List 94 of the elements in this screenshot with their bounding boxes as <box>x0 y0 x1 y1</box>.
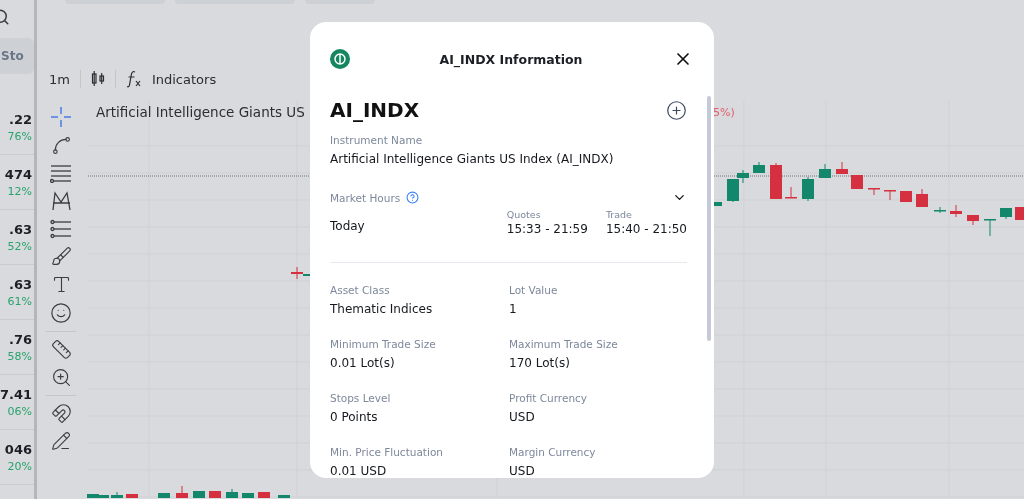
field-label: Asset Class <box>330 284 391 296</box>
price-text: .63 <box>8 221 32 237</box>
price-text: .76 <box>8 331 32 347</box>
candle <box>836 161 848 175</box>
indicators-button[interactable]: Indicators <box>151 71 217 87</box>
field-value: USD <box>509 464 536 478</box>
candle <box>934 206 946 214</box>
field-label: Margin Currency <box>509 446 597 458</box>
candle <box>900 190 912 203</box>
change-text: 5%) <box>713 106 735 119</box>
candle <box>226 488 238 498</box>
change-text: 06% <box>7 404 32 418</box>
candle <box>753 161 765 174</box>
candle <box>967 214 979 226</box>
field-value: 0.01 USD <box>330 464 388 478</box>
candle <box>819 163 831 179</box>
timeframe-button[interactable]: 1m <box>49 71 70 87</box>
candle <box>984 218 996 237</box>
session-hours: 15:40 - 21:50 <box>605 222 687 236</box>
emoji-icon[interactable] <box>50 302 72 324</box>
change-text: 12% <box>7 184 32 198</box>
change-text: 52% <box>7 239 32 253</box>
field-value: 1 <box>509 302 518 316</box>
price-text: 046 <box>4 441 32 457</box>
watchlist-row[interactable]: 7.41 06% <box>0 375 34 430</box>
horizontal-lines-icon[interactable] <box>50 163 72 183</box>
add-button[interactable] <box>666 99 687 121</box>
candles-icon[interactable] <box>90 70 105 88</box>
field-value: 0 Points <box>330 410 379 424</box>
candle <box>802 176 814 202</box>
field-value: 170 Lot(s) <box>509 356 571 370</box>
session-label: Trade <box>605 209 633 220</box>
pattern-icon[interactable] <box>50 190 72 212</box>
symbol-heading: AI_INDX <box>330 98 420 122</box>
function-icon[interactable] <box>125 70 142 88</box>
change-text: 20% <box>7 459 32 473</box>
price-text: .22 <box>8 111 32 127</box>
dialog-title: AI_INDX Information <box>438 51 584 67</box>
day-text: Today <box>330 219 366 233</box>
candle <box>193 490 205 498</box>
plus-icon <box>666 99 687 121</box>
field-value: 0.01 Lot(s) <box>330 356 396 370</box>
field-label: Lot Value <box>509 284 559 296</box>
candle <box>158 492 170 498</box>
field-label: Min. Price Fluctuation <box>330 446 444 458</box>
candle <box>884 189 896 201</box>
price-text: 474 <box>4 166 32 182</box>
candle <box>176 485 188 498</box>
ruler-icon[interactable] <box>50 339 72 360</box>
lock-drawing-icon[interactable] <box>51 431 71 451</box>
field-label: Minimum Trade Size <box>330 338 437 350</box>
candle <box>950 204 962 218</box>
change-text: 58% <box>7 349 32 363</box>
candle <box>126 493 138 498</box>
watchlist-row[interactable]: 474 12% <box>0 155 34 210</box>
field-label: Maximum Trade Size <box>509 338 619 350</box>
candle <box>785 186 797 199</box>
session-label: Quotes <box>506 209 542 220</box>
price-text: 7.41 <box>0 386 32 402</box>
watchlist-row[interactable]: .63 61% <box>0 265 34 320</box>
session-hours: 15:33 - 21:59 <box>506 222 588 236</box>
change-text: 76% <box>7 129 32 143</box>
candle <box>916 188 928 208</box>
brush-icon[interactable] <box>50 246 72 267</box>
price-text: .63 <box>8 276 32 292</box>
watchlist-row[interactable]: .22 76% <box>0 100 34 155</box>
field-value: Artificial Intelligence Giants US Index (AI_INDX) <box>330 152 615 166</box>
change-text: 61% <box>7 294 32 308</box>
fibonacci-icon[interactable] <box>50 219 72 239</box>
watchlist-row[interactable]: .76 58% <box>0 320 34 375</box>
field-label: Stops Level <box>330 392 392 404</box>
scrollbar[interactable] <box>707 96 711 341</box>
magnet-icon[interactable] <box>50 403 72 424</box>
field-label: Profit Currency <box>509 392 589 404</box>
candle <box>278 494 290 498</box>
candle <box>209 490 221 498</box>
candle <box>242 492 254 498</box>
candle <box>1015 206 1024 221</box>
field-value: Thematic Indices <box>330 302 434 316</box>
watchlist-row[interactable]: 046 20% <box>0 430 34 485</box>
candle <box>868 187 880 196</box>
candle <box>770 162 782 200</box>
candle <box>111 491 123 498</box>
field-label: Market Hours <box>330 191 401 204</box>
field-label: Instrument Name <box>330 134 424 146</box>
field-value: USD <box>509 410 536 424</box>
watchlist-row[interactable]: .63 52% <box>0 210 34 265</box>
candle <box>258 491 270 498</box>
candle <box>851 174 863 190</box>
candle <box>1000 207 1012 220</box>
help-icon[interactable] <box>406 191 420 204</box>
zoom-in-icon[interactable] <box>50 367 72 388</box>
chart-title: Artificial Intelligence Giants US <box>96 104 305 120</box>
trend-line-icon[interactable] <box>50 135 72 156</box>
